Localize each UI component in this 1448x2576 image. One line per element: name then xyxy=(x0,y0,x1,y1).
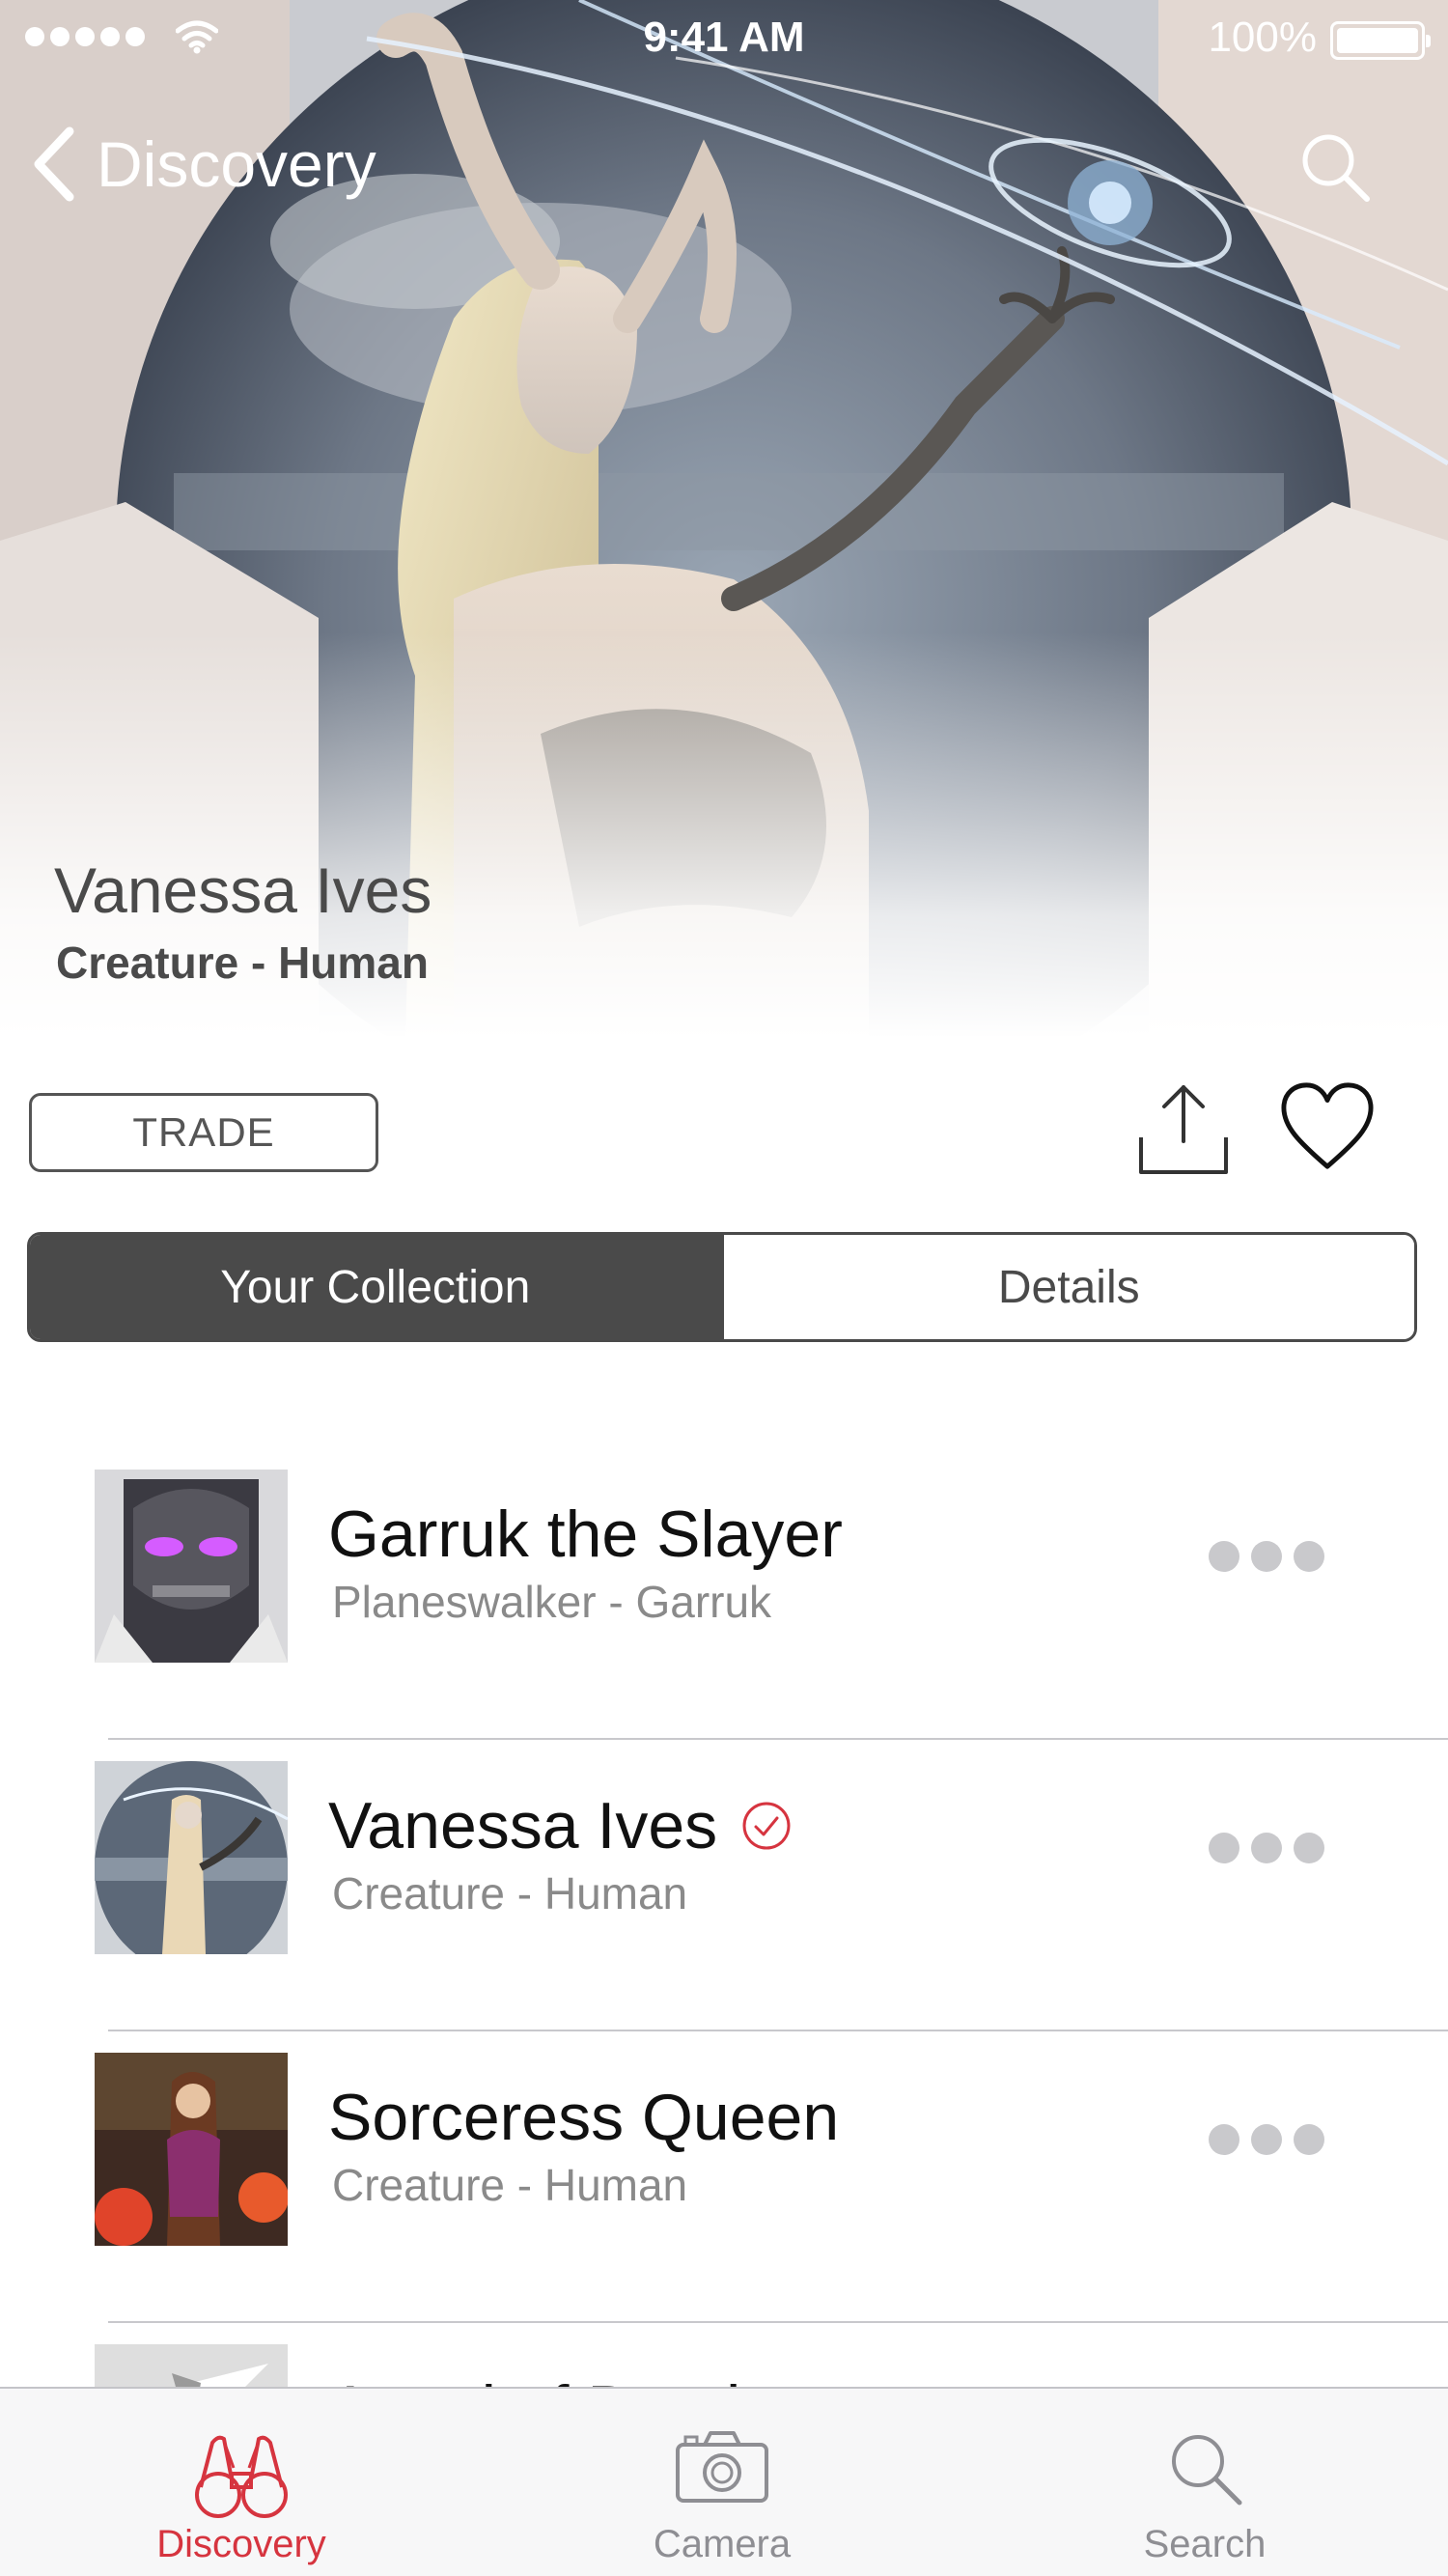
tab-bar: Discovery Camera Search xyxy=(0,2387,1448,2576)
segment-details[interactable]: Details xyxy=(720,1235,1414,1339)
back-label: Discovery xyxy=(97,128,376,200)
more-options-button[interactable] xyxy=(1209,1541,1324,1572)
list-item[interactable]: Vanessa Ives Creature - Human xyxy=(0,1740,1448,2031)
list-item[interactable]: Garruk the Slayer Planeswalker - Garruk xyxy=(0,1448,1448,1740)
item-title-text: Angel of Death xyxy=(328,2371,763,2387)
card-thumbnail xyxy=(95,2053,288,2246)
card-title: Vanessa Ives xyxy=(54,854,432,926)
item-title: Garruk the Slayer xyxy=(328,1497,843,1572)
trade-button[interactable]: TRADE xyxy=(29,1093,378,1172)
card-thumbnail xyxy=(95,2344,288,2387)
binoculars-icon xyxy=(195,2435,288,2518)
item-title: Angel of Death xyxy=(328,2371,763,2387)
verified-check-icon xyxy=(742,1802,791,1850)
tab-label: Discovery xyxy=(156,2523,326,2565)
item-title: Vanessa Ives xyxy=(328,1788,793,1863)
segment-your-collection[interactable]: Your Collection xyxy=(30,1235,721,1339)
chevron-left-icon xyxy=(34,126,74,202)
item-subtitle: Creature - Human xyxy=(332,1868,688,1918)
ellipsis-icon xyxy=(1209,1541,1239,1572)
tab-camera[interactable]: Camera xyxy=(568,2389,877,2576)
tab-label: Camera xyxy=(653,2523,792,2565)
share-icon[interactable] xyxy=(1135,1079,1232,1176)
status-bar: 9:41 AM 100% xyxy=(0,0,1448,77)
segmented-control: Your Collection Details xyxy=(27,1232,1417,1342)
tab-discovery[interactable]: Discovery xyxy=(87,2389,396,2576)
more-options-button[interactable] xyxy=(1209,2124,1324,2155)
battery-percent: 100% xyxy=(1208,14,1317,61)
collection-list: Garruk the Slayer Planeswalker - Garruk … xyxy=(0,1448,1448,2387)
item-subtitle: Planeswalker - Garruk xyxy=(332,1577,772,1627)
item-title-text: Garruk the Slayer xyxy=(328,1498,843,1571)
battery-icon xyxy=(1330,21,1431,60)
list-item[interactable]: Angel of Death xyxy=(0,2323,1448,2387)
heart-icon[interactable] xyxy=(1280,1079,1375,1174)
search-icon[interactable] xyxy=(1297,129,1371,203)
back-button[interactable]: Discovery xyxy=(29,126,376,203)
item-title-text: Sorceress Queen xyxy=(328,2081,840,2154)
nav-bar: Discovery xyxy=(0,106,1448,222)
item-title-text: Vanessa Ives xyxy=(328,1789,718,1862)
ellipsis-icon xyxy=(1209,2124,1239,2155)
tab-search[interactable]: Search xyxy=(1050,2389,1359,2576)
card-type: Creature - Human xyxy=(56,938,429,988)
card-thumbnail xyxy=(95,1761,288,1954)
card-thumbnail xyxy=(95,1470,288,1663)
search-icon xyxy=(1172,2435,1242,2506)
list-item[interactable]: Sorceress Queen Creature - Human xyxy=(0,2031,1448,2323)
more-options-button[interactable] xyxy=(1209,1833,1324,1863)
item-title: Sorceress Queen xyxy=(328,2080,839,2155)
ellipsis-icon xyxy=(1209,1833,1239,1863)
camera-icon xyxy=(676,2431,768,2503)
item-subtitle: Creature - Human xyxy=(332,2160,688,2210)
tab-label: Search xyxy=(1143,2523,1267,2565)
